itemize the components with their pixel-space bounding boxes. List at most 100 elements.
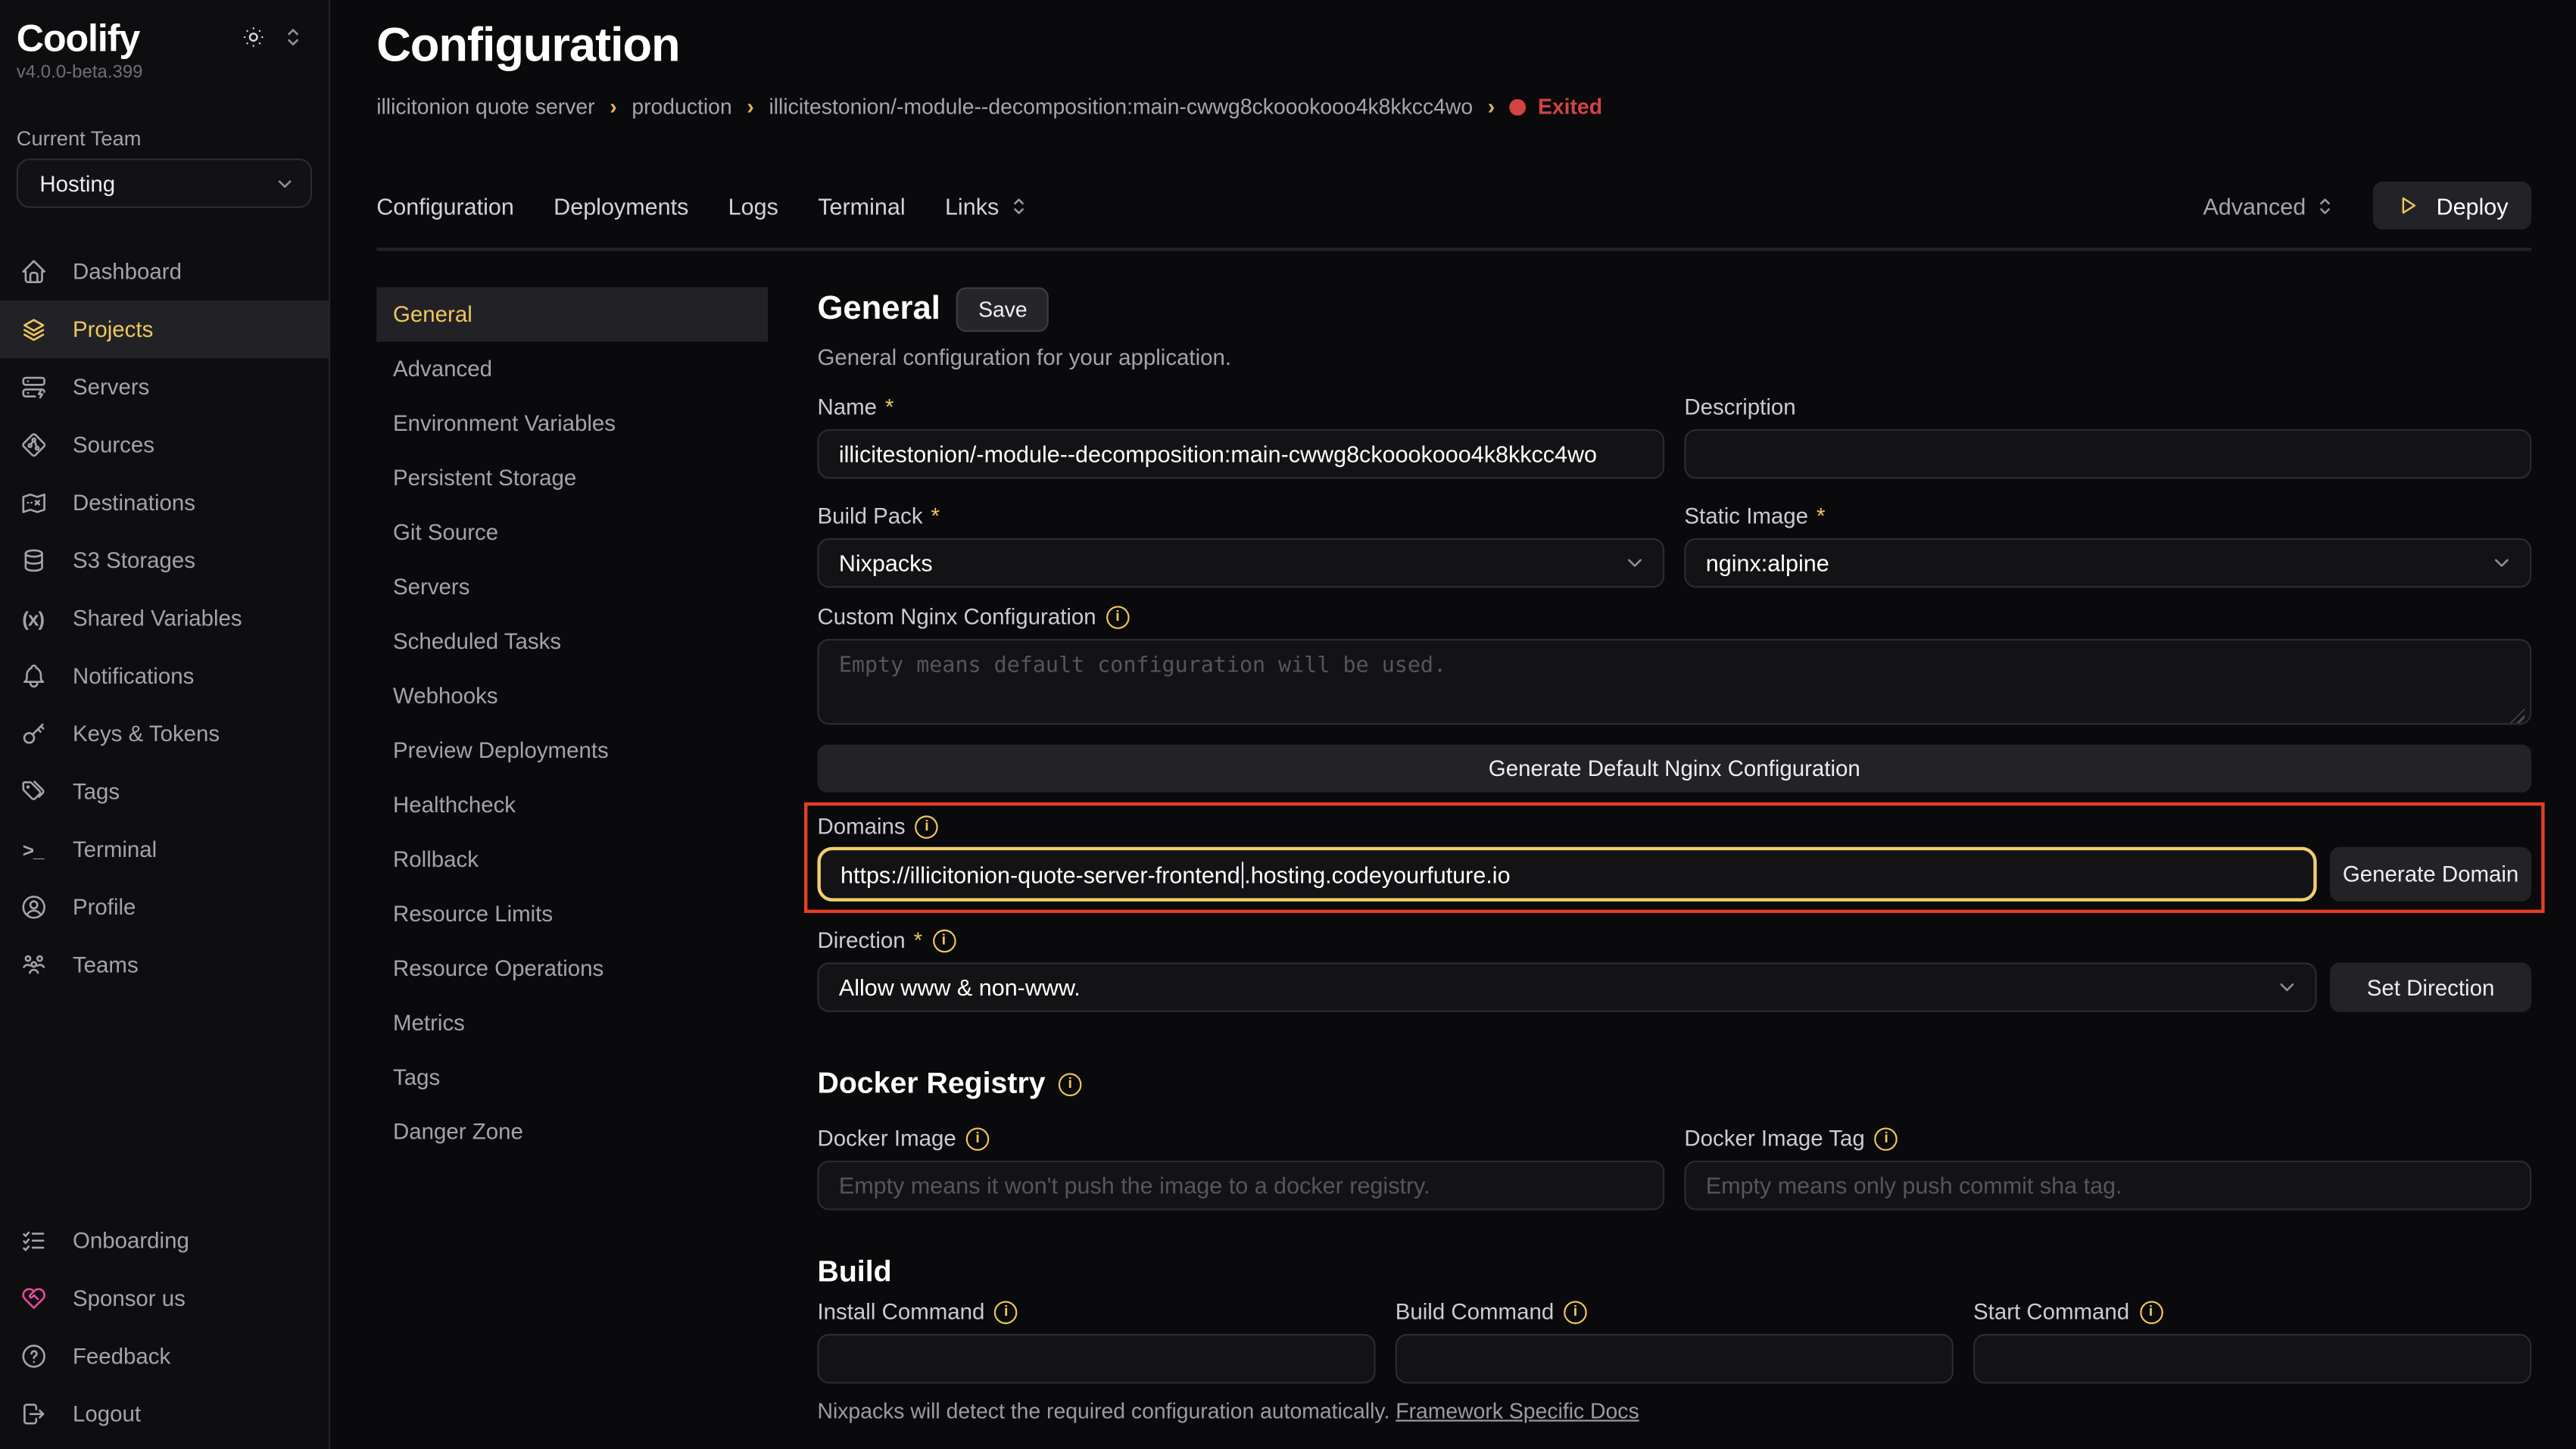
domains-group: Domains i https://illicitonion-quote-ser… (804, 802, 2545, 913)
description-input[interactable] (1684, 429, 2531, 478)
status-badge: Exited (1510, 94, 1602, 119)
subnav-item-resource-limits[interactable]: Resource Limits (376, 887, 768, 941)
direction-select[interactable]: Allow www & non-www. (817, 962, 2316, 1011)
sidebar-item-logout[interactable]: Logout (0, 1385, 329, 1443)
subnav-item-environment-variables[interactable]: Environment Variables (376, 396, 768, 450)
info-icon[interactable]: i (915, 815, 939, 838)
subnav-item-danger-zone[interactable]: Danger Zone (376, 1105, 768, 1159)
tab-logs[interactable]: Logs (728, 192, 778, 219)
sidebar-collapse-icon[interactable] (281, 25, 306, 58)
static-image-value: nginx:alpine (1706, 550, 1829, 576)
info-icon[interactable]: i (966, 1126, 990, 1150)
sidebar-item-projects[interactable]: Projects (0, 301, 329, 358)
breadcrumb-application[interactable]: illicitestonion/-module--decomposition:m… (769, 94, 1473, 119)
page-title: Configuration (376, 20, 2531, 74)
save-button[interactable]: Save (957, 287, 1049, 332)
layers-icon (18, 314, 48, 344)
home-icon (18, 257, 48, 286)
subnav-item-scheduled-tasks[interactable]: Scheduled Tasks (376, 614, 768, 668)
generate-nginx-config-button[interactable]: Generate Default Nginx Configuration (817, 745, 2531, 793)
build-pack-label: Build Pack* (817, 503, 1664, 528)
sidebar-item-label: Profile (73, 895, 136, 920)
breadcrumb-project[interactable]: illicitonion quote server (376, 94, 594, 119)
build-title: Build (817, 1254, 891, 1289)
sidebar-item-notifications[interactable]: Notifications (0, 647, 329, 705)
help-circle-icon (18, 1341, 48, 1371)
install-command-input[interactable] (817, 1334, 1375, 1383)
sidebar-item-shared-variables[interactable]: (x) Shared Variables (0, 590, 329, 647)
name-input[interactable] (817, 429, 1664, 478)
sidebar-item-sponsor[interactable]: Sponsor us (0, 1270, 329, 1327)
sidebar-item-sources[interactable]: Sources (0, 416, 329, 474)
app-logo[interactable]: Coolify (17, 17, 139, 61)
generate-domain-button[interactable]: Generate Domain (2330, 847, 2531, 902)
tab-terminal[interactable]: Terminal (818, 192, 905, 219)
sidebar-item-s3-storages[interactable]: S3 Storages (0, 531, 329, 589)
sidebar-item-feedback[interactable]: Feedback (0, 1327, 329, 1385)
required-asterisk: * (914, 928, 922, 953)
tabs-right-controls: Advanced Deploy (2203, 182, 2531, 229)
sidebar-item-label: Tags (73, 779, 120, 804)
sidebar-item-terminal[interactable]: >_ Terminal (0, 821, 329, 878)
subnav-item-resource-operations[interactable]: Resource Operations (376, 941, 768, 996)
info-icon[interactable]: i (1564, 1300, 1587, 1323)
domains-value-after-caret: .hosting.codeyourfuture.io (1244, 861, 1510, 887)
info-icon[interactable]: i (1875, 1126, 1898, 1150)
advanced-menu[interactable]: Advanced (2203, 192, 2337, 219)
subnav-item-general[interactable]: General (376, 287, 768, 341)
team-select[interactable]: Hosting (17, 158, 312, 207)
name-label: Name* (817, 394, 1664, 419)
install-command-label: Install Command i (817, 1299, 1375, 1324)
sidebar-item-tags[interactable]: Tags (0, 763, 329, 821)
logout-icon (18, 1399, 48, 1429)
info-icon[interactable]: i (1059, 1072, 1082, 1095)
breadcrumb: illicitonion quote server › production ›… (376, 94, 2531, 119)
start-command-input[interactable] (1973, 1334, 2531, 1383)
subnav-item-servers[interactable]: Servers (376, 559, 768, 614)
deploy-button[interactable]: Deploy (2374, 182, 2531, 229)
build-command-input[interactable] (1396, 1334, 1954, 1383)
sidebar-item-keys-tokens[interactable]: Keys & Tokens (0, 705, 329, 762)
domains-input[interactable]: https://illicitonion-quote-server-fronte… (817, 847, 2316, 902)
docker-image-tag-input[interactable] (1684, 1161, 2531, 1210)
sidebar-item-destinations[interactable]: Destinations (0, 474, 329, 531)
info-icon[interactable]: i (932, 929, 956, 952)
required-asterisk: * (1817, 503, 1825, 528)
subnav-item-rollback[interactable]: Rollback (376, 832, 768, 887)
required-asterisk: * (885, 394, 893, 419)
info-icon[interactable]: i (994, 1300, 1018, 1323)
sidebar-item-teams[interactable]: Teams (0, 936, 329, 993)
subnav-item-git-source[interactable]: Git Source (376, 505, 768, 559)
theme-toggle-sun-icon[interactable] (241, 25, 266, 58)
key-icon (18, 719, 48, 749)
docker-image-label: Docker Image i (817, 1126, 1664, 1151)
play-icon (2397, 193, 2422, 218)
framework-docs-link[interactable]: Framework Specific Docs (1396, 1398, 1639, 1423)
subnav-item-metrics[interactable]: Metrics (376, 996, 768, 1050)
subnav-item-healthcheck[interactable]: Healthcheck (376, 777, 768, 832)
chevron-down-icon (1623, 551, 1647, 575)
subnav-item-webhooks[interactable]: Webhooks (376, 668, 768, 723)
tab-deployments[interactable]: Deployments (554, 192, 688, 219)
subnav-item-persistent-storage[interactable]: Persistent Storage (376, 450, 768, 505)
info-icon[interactable]: i (1106, 605, 1130, 628)
breadcrumb-environment[interactable]: production (632, 94, 731, 119)
info-icon[interactable]: i (2139, 1300, 2163, 1323)
subnav-item-preview-deployments[interactable]: Preview Deployments (376, 723, 768, 777)
tab-links[interactable]: Links (945, 192, 1031, 219)
sidebar-item-dashboard[interactable]: Dashboard (0, 243, 329, 301)
subnav-item-tags[interactable]: Tags (376, 1050, 768, 1105)
sidebar-item-onboarding[interactable]: Onboarding (0, 1212, 329, 1270)
set-direction-button[interactable]: Set Direction (2330, 962, 2531, 1011)
app-version: v4.0.0-beta.399 (0, 63, 329, 83)
static-image-select[interactable]: nginx:alpine (1684, 538, 2531, 587)
sidebar-item-label: Sponsor us (73, 1286, 186, 1311)
sidebar-item-profile[interactable]: Profile (0, 878, 329, 936)
custom-nginx-textarea[interactable] (817, 639, 2531, 724)
subnav-item-advanced[interactable]: Advanced (376, 341, 768, 396)
sidebar-item-servers[interactable]: Servers (0, 358, 329, 416)
variables-icon: (x) (18, 603, 48, 633)
tab-configuration[interactable]: Configuration (376, 192, 514, 219)
docker-image-input[interactable] (817, 1161, 1664, 1210)
build-pack-select[interactable]: Nixpacks (817, 538, 1664, 587)
